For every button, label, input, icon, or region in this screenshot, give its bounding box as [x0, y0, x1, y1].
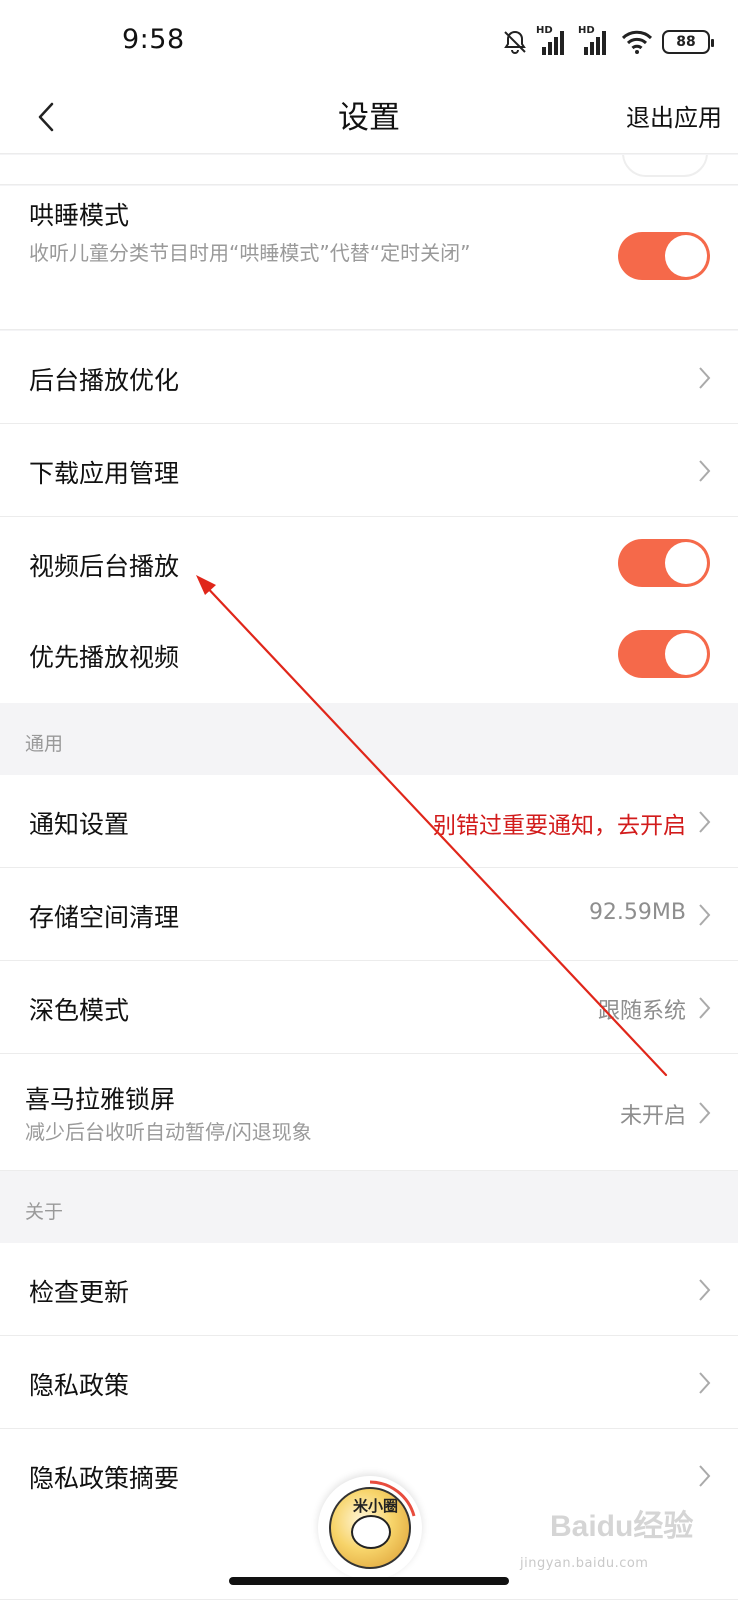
signal-icon: HD: [536, 25, 570, 57]
video-background-row: 视频后台播放: [0, 517, 738, 610]
storage-cleanup-title: 存储空间清理: [29, 903, 180, 932]
chevron-right-icon: [699, 1102, 711, 1124]
video-first-row: 优先播放视频: [0, 610, 738, 703]
wifi-icon: [621, 30, 653, 54]
notification-settings-title: 通知设置: [29, 810, 130, 839]
mini-player[interactable]: 米小圈: [318, 1476, 422, 1580]
chevron-right-icon: [699, 1465, 711, 1487]
check-update-title: 检查更新: [29, 1278, 130, 1307]
baidu-watermark-logo: Baidu经验: [550, 1509, 693, 1543]
notification-settings-row[interactable]: 通知设置 别错过重要通知，去开启: [0, 775, 738, 868]
toggle-knob: [665, 542, 707, 584]
back-button[interactable]: [26, 92, 66, 142]
section-header-about: 关于: [0, 1171, 738, 1243]
chevron-right-icon: [699, 904, 711, 926]
chevron-right-icon: [699, 460, 711, 482]
video-background-title: 视频后台播放: [29, 552, 180, 581]
battery-level: 88: [676, 34, 696, 50]
chevron-right-icon: [699, 1279, 711, 1301]
album-cover: 米小圈: [329, 1487, 411, 1569]
status-bar: 9:58 HD HD 88: [0, 0, 738, 84]
chevron-right-icon: [699, 1372, 711, 1394]
toggle-knob: [665, 633, 707, 675]
exit-app-button[interactable]: 退出应用: [626, 88, 722, 148]
battery-icon: 88: [662, 30, 714, 54]
status-icons: HD HD 88: [502, 25, 714, 58]
bell-off-icon: [504, 30, 526, 54]
notification-settings-value: 别错过重要通知，去开启: [433, 813, 686, 839]
dark-mode-value: 跟随系统: [597, 999, 686, 1024]
lockscreen-desc: 减少后台收听自动暂停/闪退现象: [25, 1120, 312, 1144]
chevron-right-icon: [699, 997, 711, 1019]
download-manager-title: 下载应用管理: [29, 459, 180, 488]
section-about-label: 关于: [25, 1201, 64, 1223]
signal-icon: HD: [578, 25, 612, 57]
download-manager-row[interactable]: 下载应用管理: [0, 424, 738, 517]
video-background-toggle[interactable]: [618, 539, 710, 587]
cover-character: [351, 1515, 391, 1549]
sleep-mode-title: 哄睡模式: [29, 201, 130, 230]
sleep-mode-toggle[interactable]: [618, 232, 710, 280]
chevron-left-icon: [38, 102, 54, 132]
toggle-knob: [665, 235, 707, 277]
chevron-right-icon: [699, 367, 711, 389]
video-first-toggle[interactable]: [618, 630, 710, 678]
home-indicator[interactable]: [229, 1577, 509, 1585]
privacy-policy-row[interactable]: 隐私政策: [0, 1336, 738, 1429]
album-cover-text: 米小圈: [353, 1497, 399, 1515]
lockscreen-title: 喜马拉雅锁屏: [25, 1085, 176, 1114]
status-time: 9:58: [122, 24, 185, 55]
watermark-url: jingyan.baidu.com: [520, 1556, 649, 1571]
partial-row: [0, 155, 738, 185]
watermark-brand: Baidu经验: [550, 1509, 693, 1543]
background-optimize-row[interactable]: 后台播放优化: [0, 331, 738, 424]
sleep-mode-row: 哄睡模式 收听儿童分类节目时用“哄睡模式”代替“定时关闭”: [0, 186, 738, 330]
dark-mode-row[interactable]: 深色模式 跟随系统: [0, 961, 738, 1054]
section-header-general: 通用: [0, 703, 738, 775]
storage-cleanup-row[interactable]: 存储空间清理 92.59MB: [0, 868, 738, 961]
privacy-policy-title: 隐私政策: [29, 1371, 130, 1400]
sleep-mode-desc: 收听儿童分类节目时用“哄睡模式”代替“定时关闭”: [29, 241, 471, 265]
privacy-summary-title: 隐私政策摘要: [29, 1464, 180, 1493]
lockscreen-row[interactable]: 喜马拉雅锁屏 减少后台收听自动暂停/闪退现象 未开启: [0, 1054, 738, 1171]
partial-toggle[interactable]: [622, 155, 708, 177]
video-first-title: 优先播放视频: [29, 643, 180, 672]
dark-mode-title: 深色模式: [29, 996, 130, 1025]
lockscreen-value: 未开启: [619, 1104, 686, 1129]
section-general-label: 通用: [25, 733, 64, 755]
chevron-right-icon: [699, 811, 711, 833]
nav-bar: 设置 退出应用: [0, 84, 738, 154]
background-optimize-title: 后台播放优化: [29, 366, 180, 395]
storage-cleanup-value: 92.59MB: [588, 900, 686, 925]
check-update-row[interactable]: 检查更新: [0, 1243, 738, 1336]
